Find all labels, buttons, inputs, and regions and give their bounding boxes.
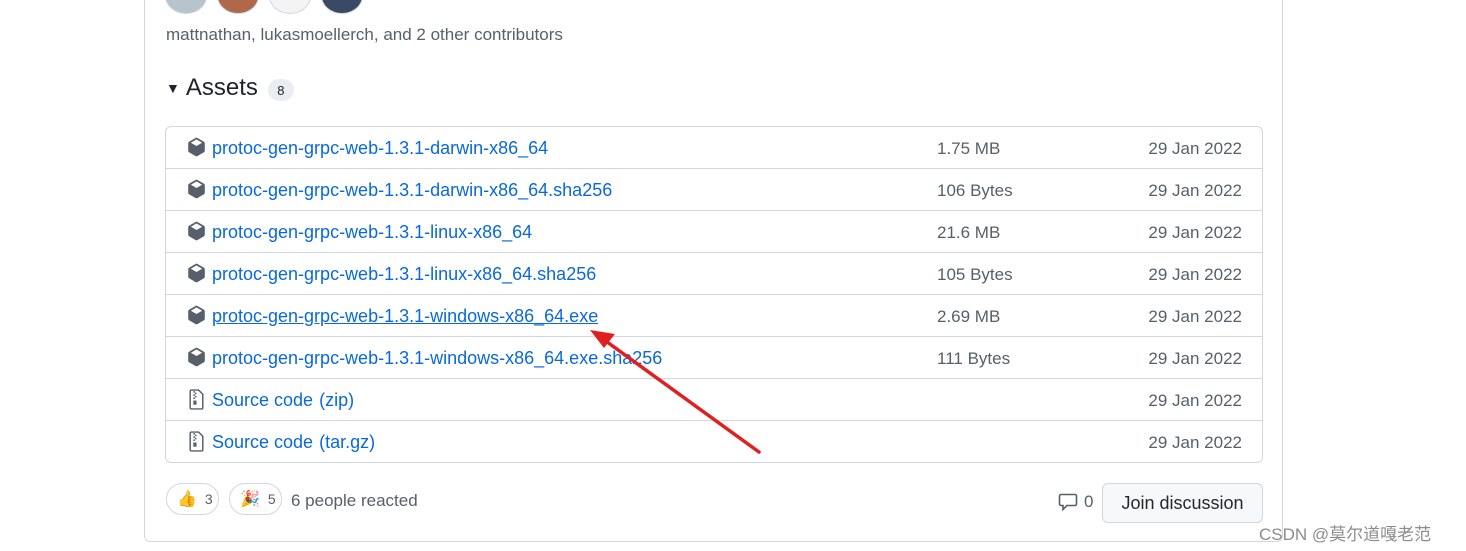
reaction-tada-button[interactable]: 🎉 5 bbox=[229, 483, 282, 515]
avatar[interactable] bbox=[321, 0, 363, 14]
asset-link-hovered[interactable]: protoc-gen-grpc-web-1.3.1-windows-x86_64… bbox=[212, 306, 598, 327]
comment-icon bbox=[1058, 493, 1078, 511]
asset-date: 29 Jan 2022 bbox=[1148, 391, 1242, 410]
asset-date: 29 Jan 2022 bbox=[1148, 181, 1242, 200]
source-code-label[interactable]: Source code bbox=[212, 432, 313, 452]
assets-title: Assets bbox=[185, 74, 258, 101]
asset-row: protoc-gen-grpc-web-1.3.1-windows-x86_64… bbox=[166, 336, 1262, 378]
asset-row: protoc-gen-grpc-web-1.3.1-darwin-x86_64 … bbox=[166, 127, 1262, 168]
asset-size: 21.6 MB bbox=[937, 223, 1001, 242]
asset-link[interactable]: protoc-gen-grpc-web-1.3.1-darwin-x86_64 bbox=[212, 138, 548, 159]
asset-link[interactable]: protoc-gen-grpc-web-1.3.1-linux-x86_64.s… bbox=[212, 264, 596, 285]
asset-date: 29 Jan 2022 bbox=[1148, 433, 1242, 452]
asset-size: 2.69 MB bbox=[937, 307, 1001, 326]
asset-row: protoc-gen-grpc-web-1.3.1-linux-x86_64 2… bbox=[166, 210, 1262, 252]
asset-size: 111 Bytes bbox=[937, 349, 1011, 368]
package-icon bbox=[188, 347, 205, 367]
asset-row: Source code (zip) 29 Jan 2022 bbox=[166, 378, 1262, 420]
avatar[interactable] bbox=[217, 0, 259, 14]
avatar[interactable] bbox=[269, 0, 311, 14]
asset-row: Source code (tar.gz) 29 Jan 2022 bbox=[166, 420, 1262, 462]
asset-date: 29 Jan 2022 bbox=[1148, 139, 1242, 158]
source-code-label[interactable]: Source code bbox=[212, 390, 313, 410]
asset-date: 29 Jan 2022 bbox=[1148, 307, 1242, 326]
reaction-count: 3 bbox=[204, 491, 213, 507]
thumbs-up-icon: 👍 bbox=[177, 491, 197, 508]
asset-link[interactable]: protoc-gen-grpc-web-1.3.1-windows-x86_64… bbox=[212, 348, 662, 369]
source-code-format[interactable]: (zip) bbox=[319, 390, 354, 410]
asset-date: 29 Jan 2022 bbox=[1148, 349, 1242, 368]
reactions-summary: 6 people reacted bbox=[291, 491, 418, 510]
asset-row: protoc-gen-grpc-web-1.3.1-windows-x86_64… bbox=[166, 294, 1262, 336]
package-icon bbox=[188, 305, 205, 325]
contributor-avatars bbox=[165, 0, 363, 14]
package-icon bbox=[188, 179, 205, 199]
source-code-targz-link[interactable]: Source code (tar.gz) bbox=[212, 432, 375, 453]
package-icon bbox=[188, 263, 205, 283]
tada-icon: 🎉 bbox=[240, 491, 260, 508]
asset-link[interactable]: protoc-gen-grpc-web-1.3.1-linux-x86_64 bbox=[212, 222, 532, 243]
reaction-count: 5 bbox=[267, 491, 276, 507]
asset-date: 29 Jan 2022 bbox=[1148, 265, 1242, 284]
file-zip-icon bbox=[189, 389, 204, 410]
avatar[interactable] bbox=[165, 0, 207, 14]
assets-count-badge: 8 bbox=[267, 79, 294, 101]
package-icon bbox=[188, 137, 205, 157]
file-zip-icon bbox=[189, 431, 204, 452]
caret-down-icon: ▼ bbox=[166, 80, 180, 96]
comment-count-value: 0 bbox=[1084, 492, 1094, 511]
assets-header[interactable]: ▼ Assets 8 bbox=[166, 74, 294, 102]
asset-size: 1.75 MB bbox=[937, 139, 1001, 158]
assets-list: protoc-gen-grpc-web-1.3.1-darwin-x86_64 … bbox=[165, 126, 1263, 463]
join-discussion-button[interactable]: Join discussion bbox=[1102, 483, 1263, 523]
asset-date: 29 Jan 2022 bbox=[1148, 223, 1242, 242]
asset-row: protoc-gen-grpc-web-1.3.1-linux-x86_64.s… bbox=[166, 252, 1262, 294]
asset-link[interactable]: protoc-gen-grpc-web-1.3.1-darwin-x86_64.… bbox=[212, 180, 612, 201]
watermark: CSDN @莫尔道嘎老范 bbox=[1259, 525, 1432, 544]
comment-count[interactable]: 0 bbox=[1058, 492, 1093, 512]
reaction-thumbs-up-button[interactable]: 👍 3 bbox=[166, 483, 219, 515]
asset-row: protoc-gen-grpc-web-1.3.1-darwin-x86_64.… bbox=[166, 168, 1262, 210]
contributors-text: mattnathan, lukasmoellerch, and 2 other … bbox=[166, 25, 563, 44]
package-icon bbox=[188, 221, 205, 241]
asset-size: 105 Bytes bbox=[937, 265, 1013, 284]
source-code-zip-link[interactable]: Source code (zip) bbox=[212, 390, 354, 411]
asset-size: 106 Bytes bbox=[937, 181, 1013, 200]
source-code-format[interactable]: (tar.gz) bbox=[319, 432, 375, 452]
